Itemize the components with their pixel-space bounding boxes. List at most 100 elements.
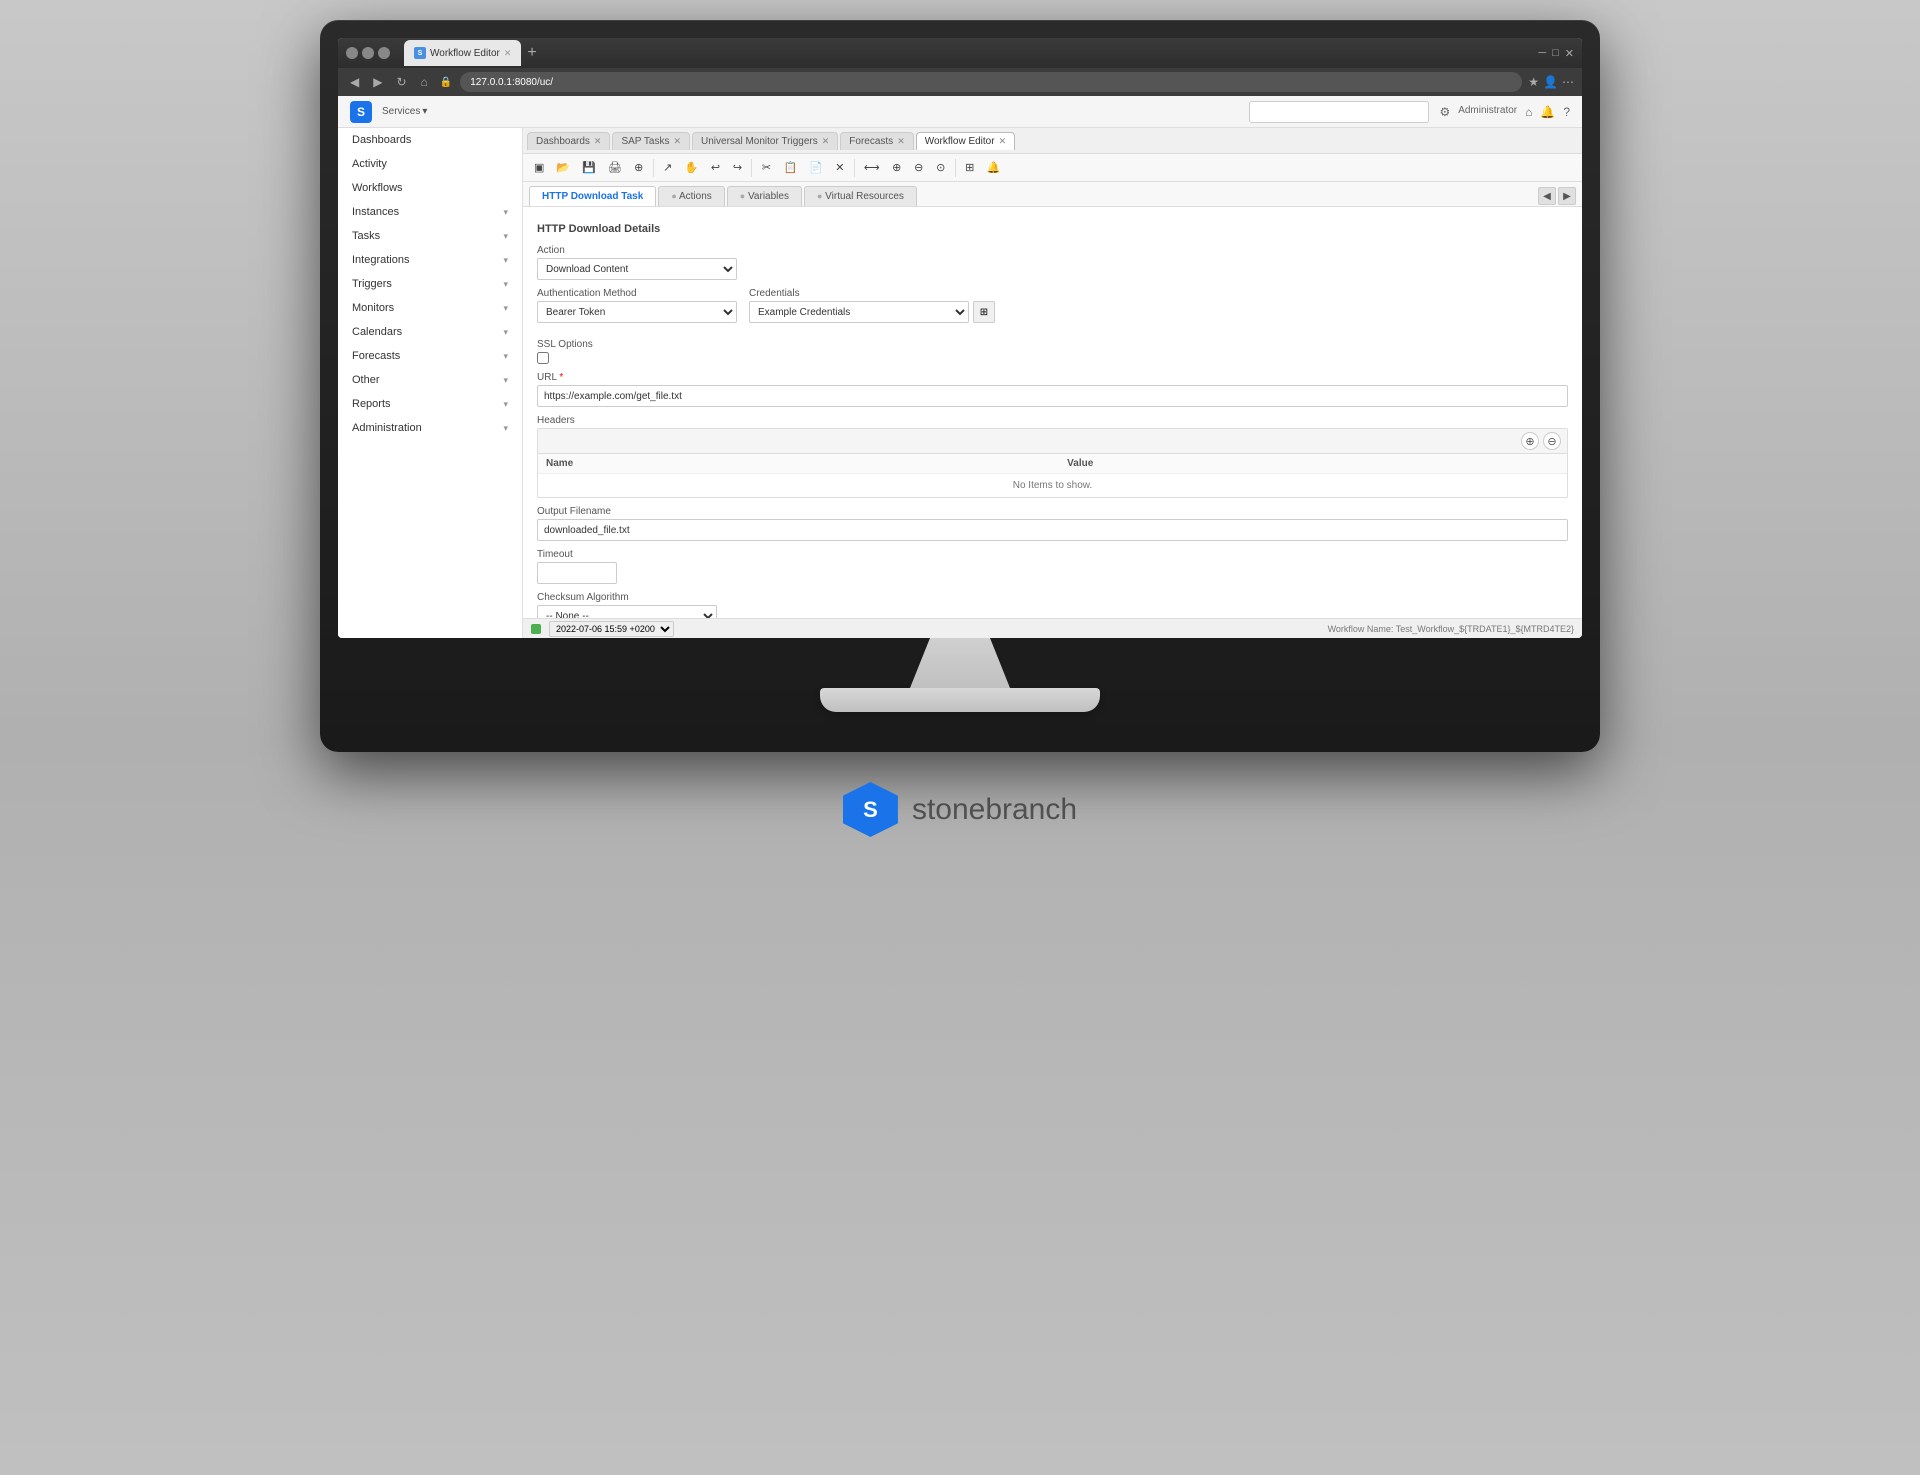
- tab-close-icon[interactable]: ✕: [504, 48, 512, 59]
- credentials-icon-button[interactable]: ⊞: [973, 301, 995, 323]
- nav-back-btn[interactable]: ◀: [346, 73, 363, 91]
- task-tab-actions[interactable]: ● Actions: [658, 186, 724, 206]
- headers-add-btn[interactable]: ⊕: [1521, 432, 1539, 450]
- sidebar-item-activity[interactable]: Activity: [338, 152, 522, 176]
- toolbar-undo-btn[interactable]: ↩: [705, 158, 725, 177]
- content-tab-umn[interactable]: Universal Monitor Triggers ✕: [692, 132, 838, 150]
- toolbar-fit-btn[interactable]: ⟷: [859, 158, 885, 177]
- browser-restore-icon[interactable]: □: [1552, 47, 1559, 60]
- maximize-btn[interactable]: [362, 47, 374, 59]
- profile-icon[interactable]: 👤: [1543, 75, 1558, 89]
- browser-minimize-icon[interactable]: ─: [1538, 47, 1546, 60]
- sidebar-other-label: Other: [352, 374, 380, 386]
- global-search-input[interactable]: [1249, 101, 1429, 123]
- toolbar-bell-btn[interactable]: 🔔: [982, 158, 1006, 177]
- sidebar-item-integrations[interactable]: Integrations ▾: [338, 248, 522, 272]
- sidebar-item-instances[interactable]: Instances ▾: [338, 200, 522, 224]
- sidebar-item-monitors[interactable]: Monitors ▾: [338, 296, 522, 320]
- form-group-auth: Authentication Method Bearer Token Basic…: [537, 288, 737, 323]
- task-tab-virtual-resources[interactable]: ● Virtual Resources: [804, 186, 917, 206]
- sidebar-item-triggers[interactable]: Triggers ▾: [338, 272, 522, 296]
- task-tab-arrow-left[interactable]: ◀: [1538, 187, 1556, 205]
- toolbar-new-btn[interactable]: ▣: [529, 158, 549, 177]
- task-tabs: HTTP Download Task ● Actions ● Variables: [523, 182, 1582, 207]
- credentials-select[interactable]: Example Credentials: [749, 301, 969, 323]
- bell-icon[interactable]: 🔔: [1540, 105, 1555, 119]
- task-tab-variables[interactable]: ● Variables: [727, 186, 802, 206]
- ct-workflow-close[interactable]: ✕: [999, 136, 1007, 147]
- ct-forecasts-close[interactable]: ✕: [897, 136, 905, 147]
- ssl-checkbox[interactable]: [537, 352, 549, 364]
- browser-close-icon[interactable]: ✕: [1565, 47, 1574, 60]
- output-input[interactable]: [537, 519, 1568, 541]
- settings-icon[interactable]: ⚙: [1439, 105, 1450, 119]
- sidebar-item-reports[interactable]: Reports ▾: [338, 392, 522, 416]
- timeout-label: Timeout: [537, 549, 1568, 560]
- toolbar-zoomout-btn[interactable]: ⊖: [909, 158, 929, 177]
- nav-refresh-btn[interactable]: ↻: [392, 73, 410, 91]
- sidebar-integrations-label: Integrations: [352, 254, 409, 266]
- nav-forward-btn[interactable]: ▶: [369, 73, 386, 91]
- toolbar-hand-btn[interactable]: ✋: [680, 158, 704, 177]
- toolbar-cut-btn[interactable]: ✂: [756, 158, 776, 177]
- toolbar-open-btn[interactable]: 📂: [551, 158, 575, 177]
- minimize-btn[interactable]: [346, 47, 358, 59]
- toolbar-zoomin-btn[interactable]: ⊕: [887, 158, 907, 177]
- toolbar-cursor-btn[interactable]: ↗: [658, 158, 678, 177]
- toolbar-save-btn[interactable]: 💾: [577, 158, 601, 177]
- task-tab-http-download[interactable]: HTTP Download Task: [529, 186, 656, 206]
- form-area: HTTP Download Details Action Download Co…: [523, 207, 1582, 618]
- services-button[interactable]: Services ▾: [382, 106, 427, 117]
- headers-remove-btn[interactable]: ⊖: [1543, 432, 1561, 450]
- sidebar-monitors-label: Monitors: [352, 302, 394, 314]
- content-tab-workflow-editor[interactable]: Workflow Editor ✕: [916, 132, 1015, 150]
- toolbar-paste-btn[interactable]: 📄: [804, 158, 828, 177]
- sidebar-item-calendars[interactable]: Calendars ▾: [338, 320, 522, 344]
- sidebar-item-other[interactable]: Other ▾: [338, 368, 522, 392]
- ct-dashboards-close[interactable]: ✕: [594, 136, 602, 147]
- secure-icon: 🔒: [440, 77, 452, 88]
- sidebar-item-workflows[interactable]: Workflows: [338, 176, 522, 200]
- content-tab-sap[interactable]: SAP Tasks ✕: [612, 132, 690, 150]
- nav-home-btn[interactable]: ⌂: [417, 73, 432, 91]
- address-input[interactable]: [460, 72, 1522, 92]
- toolbar-copy-btn[interactable]: 📋: [778, 158, 802, 177]
- toolbar-add-btn[interactable]: ⊕: [629, 158, 649, 177]
- status-bar: 2022-07-06 15:59 +0200 Workflow Name: Te…: [523, 618, 1582, 638]
- timeout-input[interactable]: [537, 562, 617, 584]
- content-tab-dashboards[interactable]: Dashboards ✕: [527, 132, 610, 150]
- toolbar-sep-3: [854, 159, 855, 177]
- toolbar-print-btn[interactable]: 🖨: [603, 158, 627, 177]
- auth-select[interactable]: Bearer Token Basic Auth None: [537, 301, 737, 323]
- sidebar-item-dashboards[interactable]: Dashboards: [338, 128, 522, 152]
- ct-umn-close[interactable]: ✕: [822, 136, 830, 147]
- action-select[interactable]: Download Content Upload Content: [537, 258, 737, 280]
- sidebar-triggers-label: Triggers: [352, 278, 392, 290]
- toolbar-zoom100-btn[interactable]: ⊙: [931, 158, 951, 177]
- sidebar-item-forecasts[interactable]: Forecasts ▾: [338, 344, 522, 368]
- toolbar-delete-btn[interactable]: ✕: [830, 158, 850, 177]
- ct-sap-close[interactable]: ✕: [673, 136, 681, 147]
- close-btn[interactable]: [378, 47, 390, 59]
- more-icon[interactable]: ⋯: [1562, 75, 1574, 89]
- datetime-select[interactable]: 2022-07-06 15:59 +0200: [549, 621, 674, 637]
- toolbar-grid-btn[interactable]: ⊞: [960, 158, 980, 177]
- url-input[interactable]: [537, 385, 1568, 407]
- checksum-select[interactable]: -- None -- MD5 SHA1 SHA256: [537, 605, 717, 618]
- help-icon[interactable]: ?: [1563, 105, 1570, 119]
- admin-label[interactable]: Administrator: [1458, 105, 1517, 119]
- ct-umn-label: Universal Monitor Triggers: [701, 136, 818, 147]
- toolbar-redo-btn[interactable]: ↪: [727, 158, 747, 177]
- sidebar-item-tasks[interactable]: Tasks ▾: [338, 224, 522, 248]
- task-tab-arrows: ◀ ▶: [1538, 187, 1576, 205]
- content-tab-forecasts[interactable]: Forecasts ✕: [840, 132, 913, 150]
- browser-tab-active[interactable]: S Workflow Editor ✕: [404, 40, 521, 66]
- add-tab-button[interactable]: +: [521, 44, 542, 62]
- sidebar-item-administration[interactable]: Administration ▾: [338, 416, 522, 440]
- home-icon[interactable]: ⌂: [1525, 105, 1532, 119]
- task-tab-actions-label: Actions: [679, 191, 712, 202]
- form-group-url: URL *: [537, 372, 1568, 407]
- star-icon[interactable]: ★: [1528, 75, 1539, 89]
- headers-table: Name Value No Items to show.: [538, 454, 1567, 497]
- task-tab-arrow-right[interactable]: ▶: [1558, 187, 1576, 205]
